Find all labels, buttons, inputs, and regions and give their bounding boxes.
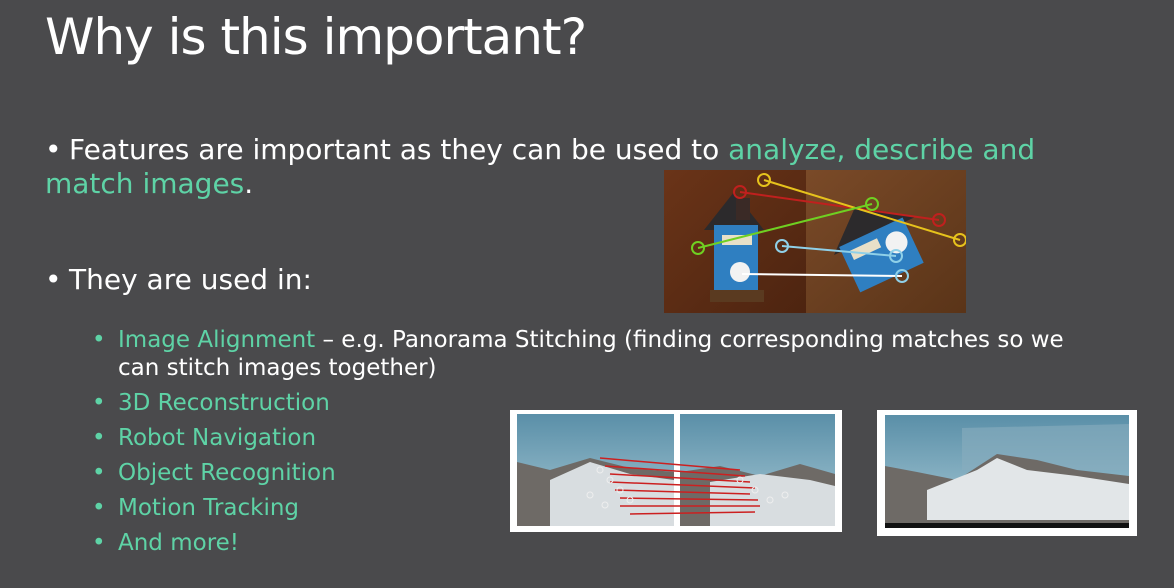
sub-item-label: Object Recognition (118, 460, 336, 486)
bullet-dot: • (45, 133, 62, 166)
sub-item-label: Image Alignment (118, 327, 316, 353)
slide-title: Why is this important? (45, 8, 587, 66)
stitched-panorama-image (877, 410, 1137, 536)
bullet-used-in-text: They are used in: (69, 263, 312, 296)
feature-matching-image (664, 170, 966, 313)
slide: Why is this important? • Features are imp… (0, 0, 1174, 588)
bullet-used-in: • They are used in: (45, 263, 312, 297)
panorama-matching-image (510, 410, 842, 532)
bullet-dot: • (45, 263, 62, 296)
sub-item-image-alignment: • Image Alignment – e.g. Panorama Stitchi… (92, 327, 1064, 381)
bullet-features-text: Features are important as they can be us… (69, 133, 729, 166)
sub-item-label: And more! (118, 530, 240, 556)
bullet-features-end: . (244, 167, 254, 200)
sub-item-label: 3D Reconstruction (118, 390, 330, 416)
sub-item-label: Robot Navigation (118, 425, 317, 451)
sub-item-label: Motion Tracking (118, 495, 300, 521)
